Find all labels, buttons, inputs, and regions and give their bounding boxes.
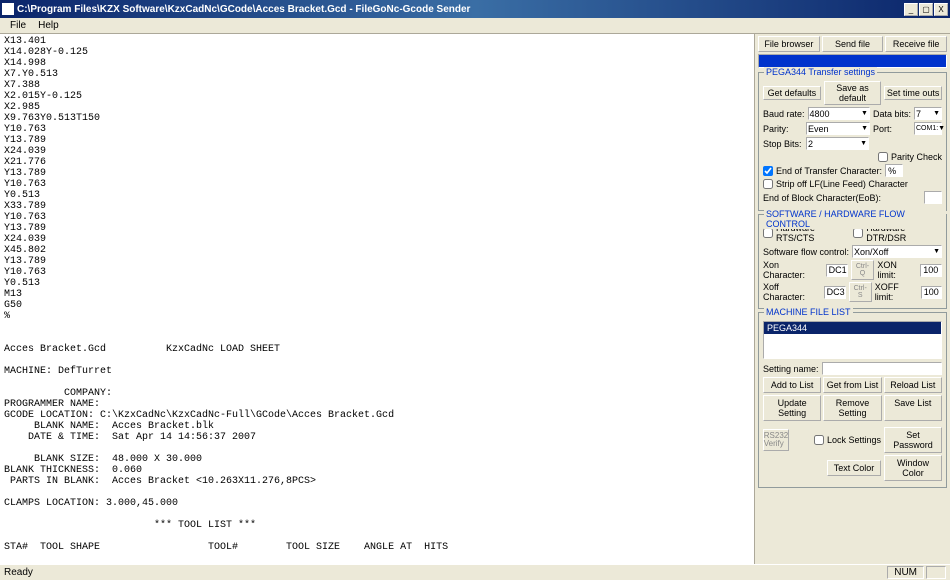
flow-control-panel: SOFTWARE / HARDWARE FLOW CONTROL Hardwar… [758,214,947,309]
save-default-button[interactable]: Save as default [824,81,882,105]
xoff-char-field[interactable]: DC3 [824,286,846,299]
window-title: C:\Program Files\KZX Software\KzxCadNc\G… [17,4,903,15]
eot-checkbox[interactable]: End of Transfer Character: [763,166,882,176]
add-to-list-button[interactable]: Add to List [763,377,821,393]
setting-name-label: Setting name: [763,364,819,374]
maximize-button[interactable]: ▢ [919,3,933,16]
app-icon [2,3,14,15]
parity-check-checkbox[interactable]: Parity Check [878,152,942,162]
filelist-panel-title: MACHINE FILE LIST [764,307,853,317]
send-file-button[interactable]: Send file [822,36,884,52]
setting-name-field[interactable] [822,362,942,375]
list-item[interactable]: PEGA344 [764,322,941,334]
set-timeouts-button[interactable]: Set time outs [884,86,942,100]
gcode-text-pane[interactable]: X13.401 X14.028Y-0.125 X14.998 X7.Y0.513… [0,34,755,564]
eot-field[interactable]: % [885,164,903,177]
status-num-indicator: NUM [887,566,924,579]
port-label: Port: [873,124,911,134]
strip-lf-checkbox[interactable]: Strip off LF(Line Feed) Character [763,179,908,189]
eob-field[interactable] [924,191,942,204]
side-panel: File browser Send file Receive file PEGA… [755,34,950,564]
menu-bar: File Help [0,18,950,34]
text-color-button[interactable]: Text Color [827,460,881,476]
file-browser-button[interactable]: File browser [758,36,820,52]
reload-list-button[interactable]: Reload List [884,377,942,393]
xon-limit-field[interactable]: 100 [920,264,942,277]
transfer-panel-title: PEGA344 Transfer settings [764,67,877,77]
menu-help[interactable]: Help [32,19,65,32]
xon-limit-label: XON limit: [877,260,917,280]
title-bar: C:\Program Files\KZX Software\KzxCadNc\G… [0,0,950,18]
databits-label: Data bits: [873,109,911,119]
baud-label: Baud rate: [763,109,805,119]
lock-settings-checkbox[interactable]: Lock Settings [814,435,881,445]
status-ready: Ready [4,567,33,578]
update-setting-button[interactable]: Update Setting [763,395,821,421]
xoff-limit-label: XOFF limit: [875,282,918,302]
main-area: X13.401 X14.028Y-0.125 X14.998 X7.Y0.513… [0,34,950,564]
status-bar: Ready NUM [0,564,950,580]
minimize-button[interactable]: _ [904,3,918,16]
save-list-button[interactable]: Save List [884,395,942,421]
xon-char-label: Xon Character: [763,260,823,280]
ctrl-q-button[interactable]: Ctrl-Q [851,260,875,280]
receive-file-button[interactable]: Receive file [885,36,947,52]
parity-select[interactable]: Even▼ [806,122,870,135]
xon-char-field[interactable]: DC1 [826,264,848,277]
baud-select[interactable]: 4800▼ [808,107,870,120]
xoff-limit-field[interactable]: 100 [921,286,942,299]
get-defaults-button[interactable]: Get defaults [763,86,821,100]
rs232-verify-icon[interactable]: RS232 Verify [763,429,789,451]
stopbits-select[interactable]: 2▼ [806,137,869,150]
menu-file[interactable]: File [4,19,32,32]
xoff-char-label: Xoff Character: [763,282,821,302]
close-button[interactable]: X [934,3,948,16]
port-select[interactable]: COM1:▼ [914,122,942,135]
sw-flow-select[interactable]: Xon/Xoff▼ [852,245,942,258]
ctrl-s-button[interactable]: Ctrl-S [849,282,872,302]
machine-file-list-panel: MACHINE FILE LIST PEGA344 Setting name: … [758,312,947,488]
set-password-button[interactable]: Set Password [884,427,942,453]
stopbits-label: Stop Bits: [763,139,803,149]
remove-setting-button[interactable]: Remove Setting [823,395,881,421]
status-cell-empty [926,566,946,579]
eob-label: End of Block Character(EoB): [763,193,921,203]
transfer-settings-panel: PEGA344 Transfer settings Get defaults S… [758,72,947,211]
progress-bar [758,54,947,68]
flow-panel-title: SOFTWARE / HARDWARE FLOW CONTROL [764,209,946,229]
databits-select[interactable]: 7▼ [914,107,942,120]
window-color-button[interactable]: Window Color [884,455,942,481]
parity-label: Parity: [763,124,803,134]
get-from-list-button[interactable]: Get from List [823,377,881,393]
machine-file-listbox[interactable]: PEGA344 [763,321,942,359]
sw-flow-label: Software flow control: [763,247,849,257]
